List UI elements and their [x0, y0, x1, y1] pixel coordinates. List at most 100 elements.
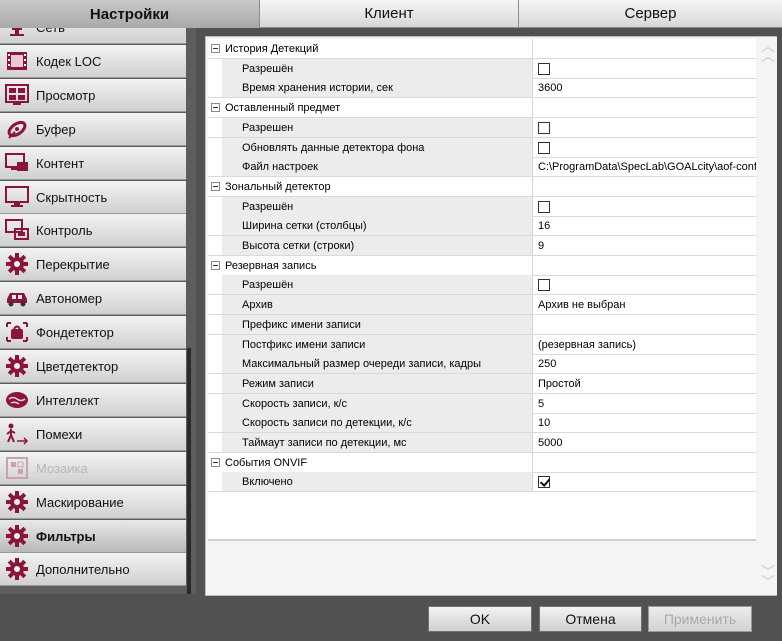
- sidebar-item[interactable]: Буфер: [0, 113, 186, 146]
- sidebar-item[interactable]: Дополнительно: [0, 553, 186, 586]
- property-row[interactable]: Ширина сетки (столбцы) 16: [208, 216, 756, 236]
- property-name: История Детекций: [225, 39, 532, 58]
- tab-server[interactable]: Сервер: [519, 0, 782, 28]
- checkbox[interactable]: [538, 121, 550, 134]
- property-name: Время хранения истории, сек: [222, 78, 532, 97]
- sidebar-item[interactable]: Помехи: [0, 418, 186, 451]
- property-row[interactable]: Постфикс имени записи (резервная запись): [208, 335, 756, 355]
- scroll-down-icon[interactable]: ﹀ ﹀: [761, 565, 775, 589]
- sidebar-item[interactable]: Просмотр: [0, 79, 186, 112]
- property-value: [532, 256, 756, 275]
- sidebar-item[interactable]: Контент: [0, 147, 186, 180]
- property-row[interactable]: Разрешён: [208, 59, 756, 79]
- satellite-icon: [5, 117, 29, 141]
- property-group-row[interactable]: События ONVIF: [208, 453, 756, 473]
- collapse-icon[interactable]: [210, 44, 220, 53]
- sidebar-scrollbar[interactable]: [187, 348, 191, 594]
- sidebar-item-label: Просмотр: [36, 87, 96, 103]
- property-scrollbar[interactable]: ︿ ︿ ﹀ ﹀: [757, 37, 777, 595]
- row-gutter: [208, 394, 222, 413]
- property-row[interactable]: Разрешен: [208, 118, 756, 138]
- property-row[interactable]: Разрешён: [208, 275, 756, 295]
- sidebar-item[interactable]: Интеллект: [0, 384, 186, 417]
- sidebar-item[interactable]: Фильтры: [0, 520, 186, 553]
- tab-client[interactable]: Клиент: [260, 0, 519, 28]
- property-value: [532, 177, 756, 196]
- row-gutter: [208, 59, 222, 78]
- sidebar-item[interactable]: Фондетектор: [0, 316, 186, 349]
- sidebar-item[interactable]: Автономер: [0, 282, 186, 315]
- property-value[interactable]: Архив не выбран: [532, 295, 756, 314]
- property-value[interactable]: 3600: [532, 78, 756, 97]
- property-value[interactable]: 9: [532, 236, 756, 255]
- mosaic-icon: [5, 456, 29, 480]
- property-group-row[interactable]: История Детекций: [208, 39, 756, 59]
- property-row[interactable]: Максимальный размер очереди записи, кадр…: [208, 354, 756, 374]
- property-row[interactable]: Высота сетки (строки) 9: [208, 236, 756, 256]
- top-tabs: Настройки Клиент Сервер: [0, 0, 782, 28]
- property-row[interactable]: Скорость записи, к/с 5: [208, 394, 756, 414]
- sidebar-item[interactable]: Скрытность: [0, 181, 186, 214]
- property-name: Разрешен: [222, 118, 532, 137]
- checkbox[interactable]: [538, 141, 550, 154]
- sidebar-item-label: Скрытность: [36, 189, 108, 205]
- property-row[interactable]: Обновлять данные детектора фона: [208, 138, 756, 158]
- property-row[interactable]: Префикс имени записи: [208, 315, 756, 335]
- property-value: [532, 138, 756, 157]
- sidebar-item[interactable]: Сеть: [0, 28, 186, 44]
- collapse-icon[interactable]: [210, 261, 220, 270]
- checkbox[interactable]: [538, 62, 550, 75]
- collapse-icon[interactable]: [210, 182, 220, 191]
- sidebar-item-label: Интеллект: [36, 392, 100, 408]
- property-group-row[interactable]: Резервная запись: [208, 256, 756, 276]
- scroll-up-icon[interactable]: ︿ ︿: [761, 39, 775, 63]
- property-row[interactable]: Разрешён: [208, 197, 756, 217]
- property-name: Режим записи: [222, 374, 532, 393]
- property-name: Разрешён: [222, 275, 532, 294]
- property-value[interactable]: C:\ProgramData\SpecLab\GOALcity\aof-conf…: [532, 157, 756, 176]
- property-group-row[interactable]: Оставленный предмет: [208, 98, 756, 118]
- property-row[interactable]: Таймаут записи по детекции, мс 5000: [208, 433, 756, 453]
- checkbox[interactable]: [538, 475, 550, 488]
- row-gutter: [208, 433, 222, 452]
- checkbox[interactable]: [538, 200, 550, 213]
- property-row[interactable]: Скорость записи по детекции, к/с 10: [208, 413, 756, 433]
- property-row[interactable]: Включено: [208, 472, 756, 492]
- sidebar-item-label: Кодек LOC: [36, 53, 102, 69]
- tab-settings[interactable]: Настройки: [0, 0, 260, 28]
- gear-icon: [5, 557, 29, 581]
- property-row[interactable]: Файл настроек C:\ProgramData\SpecLab\GOAL…: [208, 157, 756, 177]
- ok-button[interactable]: OK: [428, 606, 532, 632]
- sidebar-item[interactable]: Маскирование: [0, 486, 186, 519]
- row-gutter: [208, 295, 222, 314]
- collapse-icon[interactable]: [210, 103, 220, 112]
- property-row[interactable]: Время хранения истории, сек 3600: [208, 78, 756, 98]
- property-name: Префикс имени записи: [222, 315, 532, 334]
- apply-button[interactable]: Применить: [648, 606, 752, 632]
- sidebar-item[interactable]: Кодек LOC: [0, 45, 186, 78]
- property-value[interactable]: 5: [532, 394, 756, 413]
- property-group-row[interactable]: Зональный детектор: [208, 177, 756, 197]
- sidebar-item[interactable]: Мозаика: [0, 452, 186, 485]
- sidebar-item[interactable]: Контроль: [0, 214, 186, 247]
- property-row[interactable]: Режим записи Простой: [208, 374, 756, 394]
- property-value[interactable]: (резервная запись): [532, 335, 756, 354]
- property-value[interactable]: 5000: [532, 433, 756, 452]
- sidebar-item[interactable]: Перекрытие: [0, 248, 186, 281]
- property-value[interactable]: 16: [532, 216, 756, 235]
- checkbox[interactable]: [538, 278, 550, 291]
- property-row[interactable]: Архив Архив не выбран: [208, 295, 756, 315]
- row-gutter: [208, 197, 222, 216]
- property-value[interactable]: 10: [532, 413, 756, 432]
- sidebar-item[interactable]: Цветдетектор: [0, 350, 186, 383]
- property-name: Скорость записи, к/с: [222, 394, 532, 413]
- property-value[interactable]: 250: [532, 354, 756, 373]
- collapse-icon[interactable]: [210, 458, 220, 467]
- property-panel: История Детекций Разрешён Время хранения и…: [205, 36, 777, 596]
- cancel-button[interactable]: Отмена: [539, 606, 642, 632]
- sidebar-item-label: Фондетектор: [36, 324, 114, 340]
- gear-icon: [5, 252, 29, 276]
- property-value[interactable]: Простой: [532, 374, 756, 393]
- property-value[interactable]: [532, 315, 756, 334]
- brain-icon: [5, 388, 29, 412]
